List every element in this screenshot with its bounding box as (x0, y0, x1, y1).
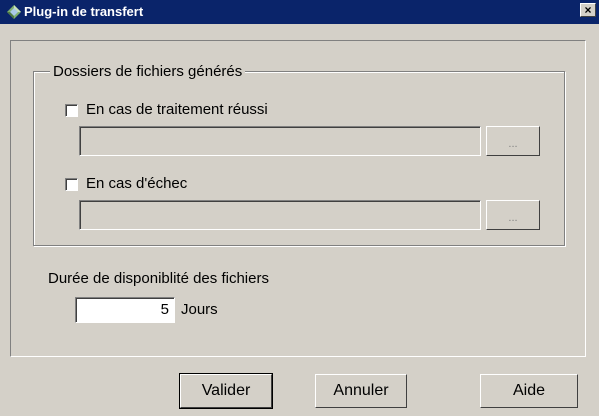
availability-unit: Jours (181, 301, 218, 318)
help-button[interactable]: Aide (480, 374, 578, 408)
window-title: Plug-in de transfert (24, 4, 144, 19)
gem-icon (7, 5, 21, 19)
folders-group-legend: Dossiers de fichiers générés (50, 63, 246, 81)
cancel-button[interactable]: Annuler (315, 374, 407, 408)
success-browse-button[interactable]: ... (486, 126, 540, 156)
success-checkbox-label[interactable]: En cas de traitement réussi (86, 101, 268, 119)
title-bar: Plug-in de transfert × (0, 0, 599, 24)
success-checkbox[interactable] (65, 104, 78, 117)
failure-browse-button[interactable]: ... (486, 200, 540, 230)
success-path-field[interactable] (79, 126, 481, 156)
failure-path-field[interactable] (79, 200, 481, 230)
availability-label: Durée de disponiblité des fichiers (48, 270, 269, 287)
availability-input[interactable]: 5 (75, 297, 175, 323)
failure-checkbox-label[interactable]: En cas d'échec (86, 175, 187, 193)
close-button[interactable]: × (580, 3, 596, 17)
failure-checkbox[interactable] (65, 178, 78, 191)
ok-button[interactable]: Valider (179, 373, 273, 409)
